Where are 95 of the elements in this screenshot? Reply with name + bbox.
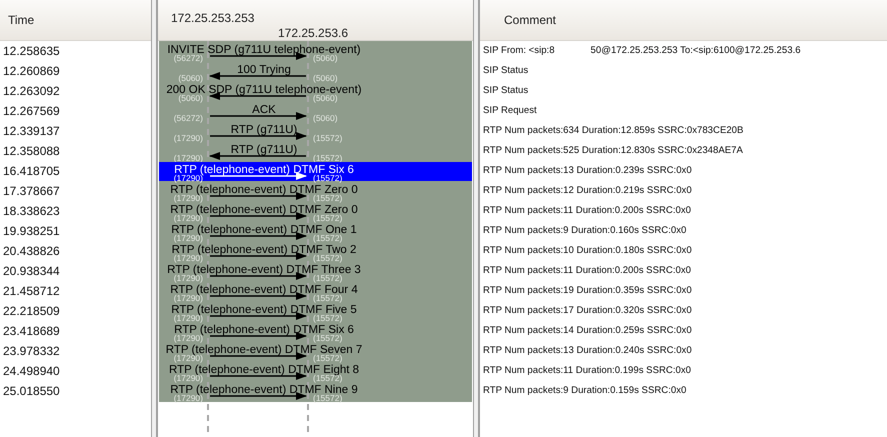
- comment-cell-text: RTP Num packets:634 Duration:12.859s SSRC:0x783CE20B: [482, 124, 744, 138]
- comment-cell-text: RTP Num packets:11 Duration:0.199s SSRC:0x0: [482, 364, 692, 378]
- comment-text: 50@172.25.253.253 To:<sip:6100@172.25.253.6: [590, 45, 801, 56]
- comment-cell-text: SIP Request: [482, 104, 538, 118]
- port-label: (56272): [174, 113, 203, 123]
- port-label: (5060): [313, 113, 338, 123]
- port-label: (17290): [174, 313, 203, 323]
- port-label: (15572): [313, 333, 342, 343]
- port-label: (5060): [178, 73, 203, 83]
- message-label[interactable]: RTP (telephone-event) DTMF Eight 8: [168, 364, 360, 376]
- message-label[interactable]: RTP (telephone-event) DTMF One 1: [171, 224, 357, 236]
- time-cell-text: 22.218509: [2, 303, 61, 320]
- comment-cell-text: RTP Num packets:11 Duration:0.200s SSRC:0x0: [482, 264, 692, 278]
- time-cell-text: 21.458712: [2, 283, 61, 300]
- message-label[interactable]: RTP (telephone-event) DTMF Nine 9: [170, 384, 358, 396]
- port-label: (17290): [174, 173, 203, 183]
- port-label: (17290): [174, 373, 203, 383]
- port-label: (15572): [313, 393, 342, 403]
- time-cell-text: 12.358088: [2, 143, 61, 160]
- port-label: (17290): [174, 153, 203, 163]
- time-cell-text: 12.263092: [2, 83, 61, 100]
- message-label[interactable]: RTP (telephone-event) DTMF Six 6: [174, 324, 354, 336]
- comment-cell-text: SIP Status: [482, 64, 530, 78]
- message-label[interactable]: 100 Trying: [237, 64, 291, 76]
- message-label[interactable]: 200 OK SDP (g711U telephone-event): [166, 84, 362, 96]
- port-label: (15572): [313, 233, 342, 243]
- comment-cell-text: RTP Num packets:525 Duration:12.830s SSRC:0x2348AE7A: [482, 144, 744, 158]
- time-cell-text: 18.338623: [2, 203, 61, 220]
- port-label: (17290): [174, 293, 203, 303]
- message-label[interactable]: ACK: [252, 104, 276, 116]
- port-label: (5060): [313, 53, 338, 63]
- port-label: (17290): [174, 213, 203, 223]
- time-cell-text: 16.418705: [2, 163, 61, 180]
- port-label: (17290): [174, 193, 203, 203]
- port-label: (15572): [313, 273, 342, 283]
- port-label: (15572): [313, 313, 342, 323]
- time-cell-text: 20.438826: [2, 243, 61, 260]
- comment-cell-text: RTP Num packets:11 Duration:0.200s SSRC:0x0: [482, 204, 692, 218]
- time-cell-text: 23.418689: [2, 323, 61, 340]
- comment-cell-text: RTP Num packets:13 Duration:0.239s SSRC:0x0: [482, 164, 693, 178]
- time-cell-text: 23.978332: [2, 343, 61, 360]
- port-label: (15572): [313, 173, 342, 183]
- message-label[interactable]: RTP (telephone-event) DTMF Five 5: [171, 304, 357, 316]
- time-cell-text: 24.498940: [2, 363, 61, 380]
- time-cell-text: 20.938344: [2, 263, 61, 280]
- port-label: (15572): [313, 293, 342, 303]
- message-label[interactable]: RTP (telephone-event) DTMF Zero 0: [170, 184, 358, 196]
- message-label[interactable]: RTP (telephone-event) DTMF Zero 0: [170, 204, 358, 216]
- time-cell-text: 12.267569: [2, 103, 61, 120]
- message-label[interactable]: RTP (telephone-event) DTMF Four 4: [170, 284, 358, 296]
- port-label: (17290): [174, 333, 203, 343]
- port-label: (15572): [313, 193, 342, 203]
- comment-cell-text: RTP Num packets:14 Duration:0.259s SSRC:0x0: [482, 324, 693, 338]
- message-label[interactable]: RTP (telephone-event) DTMF Three 3: [167, 264, 361, 276]
- comment-cell-text: RTP Num packets:10 Duration:0.180s SSRC:0x0: [482, 244, 693, 258]
- time-cell-text: 25.018550: [2, 383, 61, 400]
- port-label: (15572): [313, 253, 342, 263]
- port-label: (17290): [174, 353, 203, 363]
- comment-cell-text: RTP Num packets:13 Duration:0.240s SSRC:0x0: [482, 344, 693, 358]
- message-label[interactable]: RTP (telephone-event) DTMF Six 6: [174, 164, 354, 176]
- message-label[interactable]: RTP (telephone-event) DTMF Seven 7: [166, 344, 362, 356]
- message-label[interactable]: INVITE SDP (g711U telephone-event): [167, 44, 361, 56]
- time-cell-text: 12.258635: [2, 43, 61, 60]
- column-header[interactable]: Comment: [504, 11, 556, 29]
- port-label: (17290): [174, 253, 203, 263]
- port-label: (17290): [174, 393, 203, 403]
- comment-cell-text: RTP Num packets:9 Duration:0.160s SSRC:0x0: [482, 224, 688, 238]
- port-label: (15572): [313, 353, 342, 363]
- port-label: (5060): [313, 73, 338, 83]
- node-address: 172.25.253.6: [278, 25, 348, 42]
- comment-cell-text: RTP Num packets:19 Duration:0.359s SSRC:0x0: [482, 284, 693, 298]
- message-label[interactable]: RTP (telephone-event) DTMF Two 2: [172, 244, 356, 256]
- time-cell-text: 12.339137: [2, 123, 61, 140]
- port-label: (5060): [313, 93, 338, 103]
- comment-cell-text: RTP Num packets:9 Duration:0.159s SSRC:0x0: [482, 384, 688, 398]
- port-label: (17290): [174, 133, 203, 143]
- port-label: (56272): [174, 53, 203, 63]
- comment-text: SIP From: <sip:8: [483, 45, 555, 56]
- comment-cell-text: SIP Status: [482, 84, 530, 98]
- comment-cell-text: RTP Num packets:17 Duration:0.320s SSRC:0x0: [482, 304, 693, 318]
- port-label: (15572): [313, 133, 342, 143]
- port-label: (15572): [313, 213, 342, 223]
- port-label: (17290): [174, 273, 203, 283]
- port-label: (17290): [174, 233, 203, 243]
- port-label: (15572): [313, 153, 342, 163]
- time-cell-text: 12.260869: [2, 63, 61, 80]
- node-address: 172.25.253.253: [171, 10, 254, 27]
- port-label: (5060): [178, 93, 203, 103]
- comment-cell-text: RTP Num packets:12 Duration:0.219s SSRC:0x0: [482, 184, 693, 198]
- column-header[interactable]: Time: [8, 11, 34, 29]
- message-label[interactable]: RTP (g711U): [230, 124, 298, 136]
- time-cell-text: 17.378667: [2, 183, 61, 200]
- time-cell-text: 19.938251: [2, 223, 61, 240]
- port-label: (15572): [313, 373, 342, 383]
- message-label[interactable]: RTP (g711U): [230, 144, 298, 156]
